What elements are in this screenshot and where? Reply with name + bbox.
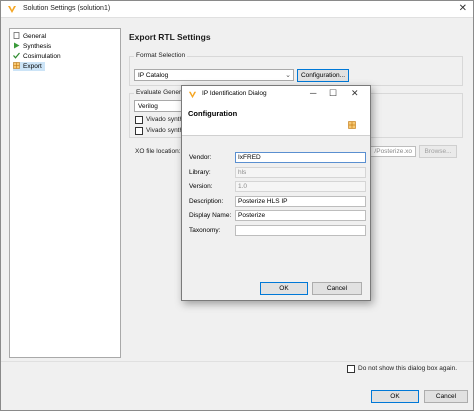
configuration-button[interactable]: Configuration...	[297, 69, 349, 82]
play-arrow-icon	[14, 42, 20, 49]
settings-tree[interactable]: General Synthesis Cosimulation Export	[9, 28, 121, 358]
tree-item-label: Export	[23, 63, 42, 70]
vendor-field[interactable]: IxFRED	[235, 152, 366, 163]
format-select[interactable]: IP Catalog ⌄	[134, 69, 294, 81]
tree-item-export[interactable]: Export	[13, 62, 45, 71]
vivado-logo-icon	[188, 91, 197, 99]
vivado-logo-icon	[8, 6, 16, 13]
tree-item-label: General	[23, 33, 47, 40]
version-label: Version:	[189, 183, 213, 190]
tree-item-label: Synthesis	[23, 43, 52, 50]
language-select-value: Verilog	[138, 103, 158, 110]
dialog-cancel-button[interactable]: Cancel	[312, 282, 362, 295]
page-title: Export RTL Settings	[129, 32, 211, 42]
library-field[interactable]: hls	[235, 167, 366, 178]
configuration-title: Configuration	[188, 109, 238, 118]
xo-file-location-label: XO file location:	[135, 148, 181, 155]
vivado-synthesis-checkbox[interactable]	[135, 116, 143, 124]
cancel-button[interactable]: Cancel	[424, 390, 468, 403]
taxonomy-label: Taxonomy:	[189, 227, 221, 234]
dont-show-again-label: Do not show this dialog box again.	[358, 365, 458, 372]
footer-divider	[1, 361, 473, 362]
close-window-button[interactable]: ✕	[459, 3, 467, 14]
display-name-field[interactable]: Posterize	[235, 210, 366, 221]
taxonomy-field[interactable]	[235, 225, 366, 236]
ip-identification-dialog: IP Identification Dialog ─ ☐ ✕ Configura…	[181, 85, 371, 301]
dialog-title-bar: IP Identification Dialog ─ ☐ ✕	[182, 86, 370, 103]
tree-item-label: Cosimulation	[23, 53, 61, 60]
dont-show-again-checkbox[interactable]	[347, 365, 355, 373]
window-title: Solution Settings (solution1)	[23, 5, 111, 12]
ok-button[interactable]: OK	[371, 390, 419, 403]
title-bar: Solution Settings (solution1) ✕	[1, 1, 473, 18]
description-field[interactable]: Posterize HLS IP	[235, 196, 366, 207]
chevron-down-icon: ⌄	[285, 72, 291, 79]
check-icon	[13, 52, 20, 59]
document-icon	[13, 32, 20, 39]
minimize-icon[interactable]: ─	[310, 88, 316, 98]
maximize-icon[interactable]: ☐	[329, 88, 337, 99]
browse-button[interactable]: Browse...	[419, 145, 457, 158]
format-select-value: IP Catalog	[138, 72, 169, 79]
grid-icon	[348, 121, 356, 129]
tree-item-cosimulation[interactable]: Cosimulation	[13, 52, 61, 61]
tree-item-synthesis[interactable]: Synthesis	[13, 42, 51, 51]
display-name-label: Display Name:	[189, 212, 232, 219]
grid-icon	[13, 62, 20, 69]
close-icon[interactable]: ✕	[351, 88, 359, 99]
library-label: Library:	[189, 169, 211, 176]
dialog-ok-button[interactable]: OK	[260, 282, 308, 295]
dialog-title: IP Identification Dialog	[202, 90, 267, 97]
version-field[interactable]: 1.0	[235, 181, 366, 192]
tree-item-general[interactable]: General	[13, 32, 46, 41]
vendor-label: Vendor:	[189, 154, 212, 161]
description-label: Description:	[189, 198, 224, 205]
format-selection-label: Format Selection	[134, 52, 188, 59]
vivado-synthesis-place-route-checkbox[interactable]	[135, 127, 143, 135]
configuration-header: Configuration	[182, 103, 370, 136]
